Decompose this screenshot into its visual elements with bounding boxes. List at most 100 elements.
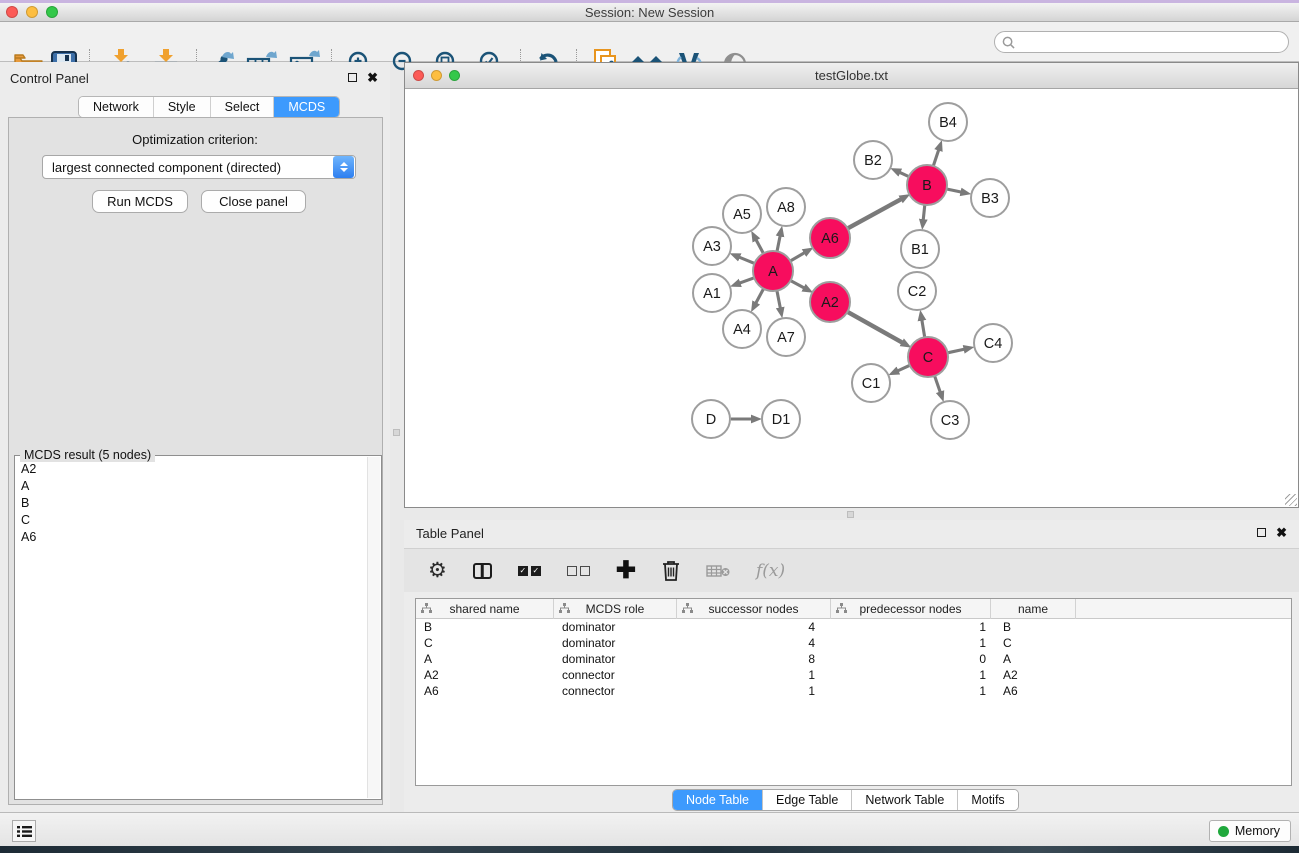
toolbar-search[interactable]: [994, 31, 1289, 53]
network-canvas[interactable]: B4B2BB3A8A5A6A3B1AA1C2A2A4A7C4CC1C3DD1: [405, 89, 1298, 507]
splitter-grip[interactable]: [393, 429, 400, 436]
cell-name[interactable]: A: [991, 652, 1076, 666]
cell-MCDS-role[interactable]: dominator: [554, 620, 677, 634]
node-D[interactable]: D: [692, 400, 730, 438]
tab-edge-table[interactable]: Edge Table: [763, 790, 852, 810]
edge-A6-B[interactable]: [848, 199, 902, 229]
edge-B-B2[interactable]: [899, 172, 909, 176]
node-C3[interactable]: C3: [931, 401, 969, 439]
node-A6[interactable]: A6: [810, 218, 850, 258]
cell-shared-name[interactable]: A: [416, 652, 554, 666]
column-header-name[interactable]: name: [991, 599, 1076, 619]
table-row[interactable]: Cdominator41C: [416, 635, 1291, 651]
cell-shared-name[interactable]: C: [416, 636, 554, 650]
splitter-grip[interactable]: [847, 511, 854, 518]
column-header-successor-nodes[interactable]: successor nodes: [677, 599, 831, 619]
edge-A-A2[interactable]: [791, 281, 805, 289]
float-panel-icon[interactable]: [1257, 528, 1266, 537]
cell-predecessor-nodes[interactable]: 1: [831, 636, 991, 650]
select-all-icon[interactable]: ✓✓: [518, 566, 541, 576]
tab-motifs[interactable]: Motifs: [958, 790, 1017, 810]
cell-successor-nodes[interactable]: 1: [677, 668, 831, 682]
edge-B-B3[interactable]: [947, 189, 962, 192]
task-history-button[interactable]: [12, 820, 36, 842]
edge-A2-C[interactable]: [847, 312, 902, 343]
search-input[interactable]: [1015, 35, 1288, 49]
node-C[interactable]: C: [908, 337, 948, 377]
cell-successor-nodes[interactable]: 4: [677, 620, 831, 634]
node-A2[interactable]: A2: [810, 282, 850, 322]
edge-B-B1[interactable]: [923, 205, 925, 220]
cell-shared-name[interactable]: A2: [416, 668, 554, 682]
close-panel-icon[interactable]: ✖: [1276, 526, 1287, 539]
column-header-shared-name[interactable]: shared name: [416, 599, 554, 619]
horizontal-splitter[interactable]: [404, 508, 1299, 520]
cell-name[interactable]: A6: [991, 684, 1076, 698]
cell-predecessor-nodes[interactable]: 1: [831, 684, 991, 698]
node-B2[interactable]: B2: [854, 141, 892, 179]
mcds-result-item[interactable]: A: [16, 477, 367, 494]
table-row[interactable]: A2connector11A2: [416, 667, 1291, 683]
mcds-result-item[interactable]: B: [16, 494, 367, 511]
add-row-icon[interactable]: ✚: [616, 560, 636, 582]
column-header-MCDS-role[interactable]: MCDS role: [554, 599, 677, 619]
close-window-button[interactable]: [413, 70, 424, 81]
edge-A-A6[interactable]: [790, 253, 805, 262]
cell-predecessor-nodes[interactable]: 1: [831, 668, 991, 682]
tab-select[interactable]: Select: [211, 97, 275, 117]
zoom-window-button[interactable]: [449, 70, 460, 81]
close-window-button[interactable]: [6, 6, 18, 18]
node-C4[interactable]: C4: [974, 324, 1012, 362]
edge-A-A8[interactable]: [777, 235, 780, 251]
cell-shared-name[interactable]: A6: [416, 684, 554, 698]
mcds-result-item[interactable]: A2: [16, 460, 367, 477]
node-A3[interactable]: A3: [693, 227, 731, 265]
table-settings-icon[interactable]: ⚙: [428, 560, 447, 581]
run-mcds-button[interactable]: Run MCDS: [92, 190, 188, 213]
edge-C-C3[interactable]: [935, 376, 941, 393]
mcds-result-item[interactable]: C: [16, 511, 367, 528]
tab-mcds[interactable]: MCDS: [274, 97, 339, 117]
node-A[interactable]: A: [753, 251, 793, 291]
criterion-dropdown[interactable]: largest connected component (directed): [42, 155, 356, 179]
table-row[interactable]: A6connector11A6: [416, 683, 1291, 699]
node-A4[interactable]: A4: [723, 310, 761, 348]
edge-A-A4[interactable]: [756, 289, 764, 304]
node-A8[interactable]: A8: [767, 188, 805, 226]
table-row[interactable]: Adominator80A: [416, 651, 1291, 667]
tab-network-table[interactable]: Network Table: [852, 790, 958, 810]
cell-MCDS-role[interactable]: dominator: [554, 636, 677, 650]
memory-button[interactable]: Memory: [1209, 820, 1291, 842]
zoom-window-button[interactable]: [46, 6, 58, 18]
cell-successor-nodes[interactable]: 1: [677, 684, 831, 698]
cell-successor-nodes[interactable]: 4: [677, 636, 831, 650]
column-header-predecessor-nodes[interactable]: predecessor nodes: [831, 599, 991, 619]
edge-C-C4[interactable]: [948, 349, 965, 353]
close-panel-icon[interactable]: ✖: [367, 71, 378, 84]
edge-A-A3[interactable]: [739, 257, 755, 263]
network-window-titlebar[interactable]: testGlobe.txt: [405, 63, 1298, 89]
cell-name[interactable]: A2: [991, 668, 1076, 682]
cell-MCDS-role[interactable]: connector: [554, 668, 677, 682]
mcds-result-scrollbar[interactable]: [367, 457, 380, 798]
edge-C-C1[interactable]: [897, 365, 909, 371]
cell-predecessor-nodes[interactable]: 1: [831, 620, 991, 634]
edge-C-C2[interactable]: [922, 320, 925, 338]
deselect-all-icon[interactable]: [567, 566, 590, 576]
node-B3[interactable]: B3: [971, 179, 1009, 217]
delete-row-icon[interactable]: [662, 560, 680, 581]
show-column-icon[interactable]: [473, 563, 492, 579]
function-builder-icon[interactable]: f(x): [756, 561, 785, 581]
minimize-window-button[interactable]: [431, 70, 442, 81]
window-resize-handle[interactable]: [1285, 494, 1297, 506]
vertical-splitter[interactable]: [390, 62, 404, 812]
table-row[interactable]: Bdominator41B: [416, 619, 1291, 635]
edge-A-A1[interactable]: [739, 278, 754, 283]
tab-node-table[interactable]: Node Table: [673, 790, 763, 810]
edge-B-B4[interactable]: [933, 150, 939, 167]
tab-network[interactable]: Network: [79, 97, 154, 117]
edge-A-A5[interactable]: [756, 240, 764, 254]
node-A1[interactable]: A1: [693, 274, 731, 312]
float-panel-icon[interactable]: [348, 73, 357, 82]
node-A5[interactable]: A5: [723, 195, 761, 233]
